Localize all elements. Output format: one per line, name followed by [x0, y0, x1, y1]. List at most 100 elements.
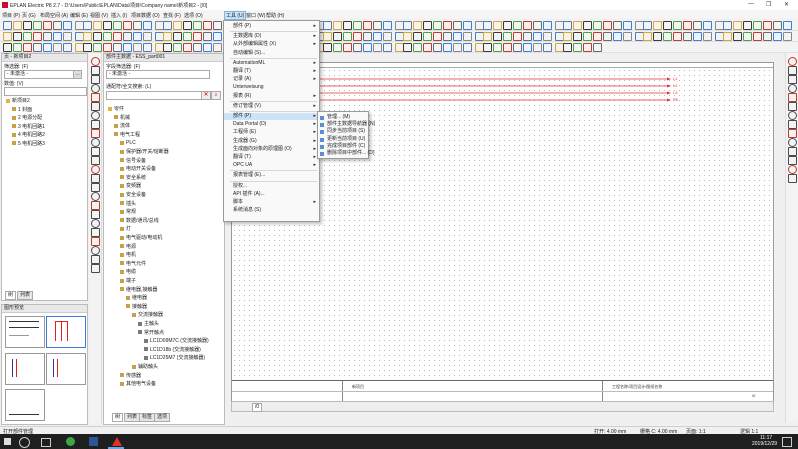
toolbar-button-icon[interactable]	[103, 32, 112, 41]
toolbar-button-icon[interactable]	[203, 43, 212, 52]
maximize-button[interactable]: ❐	[766, 1, 771, 8]
toolbar-button-icon[interactable]	[363, 32, 372, 41]
tab-parts-list[interactable]: 列表	[124, 413, 141, 422]
toolbar-button-icon[interactable]	[323, 32, 332, 41]
menu-options[interactable]: 选项 (O)	[184, 12, 203, 19]
toolbar-button-icon[interactable]	[193, 21, 202, 30]
toolbar-button-icon[interactable]	[323, 43, 332, 52]
toolbar-button-icon[interactable]	[613, 21, 622, 30]
toolbar-button-icon[interactable]	[183, 21, 192, 30]
toolbar-button-icon[interactable]	[163, 32, 172, 41]
tree-item[interactable]: 3 电机回路1	[12, 124, 45, 131]
toolbar-button-icon[interactable]	[723, 21, 732, 30]
toolbar-button-icon[interactable]	[783, 32, 792, 41]
toolbar-button-icon[interactable]	[463, 43, 472, 52]
toolbar-button-icon[interactable]	[453, 32, 462, 41]
toolbar-button-icon[interactable]	[113, 43, 122, 52]
tools-menu-item[interactable]: API 插件 (A)...	[224, 191, 319, 198]
toolbar-button-icon[interactable]	[53, 21, 62, 30]
toolbar-button-icon[interactable]	[343, 32, 352, 41]
toolbar-button-icon[interactable]	[693, 32, 702, 41]
tools-menu-item[interactable]: Unterweisung	[224, 84, 319, 91]
symbol-tool-icon[interactable]	[788, 120, 797, 129]
toolbar-button-icon[interactable]	[63, 21, 72, 30]
toolbar-button-icon[interactable]	[583, 21, 592, 30]
symbol-tool-icon[interactable]	[91, 120, 100, 129]
toolbar-button-icon[interactable]	[463, 32, 472, 41]
search-icon[interactable]: ⌕	[211, 91, 221, 100]
toolbar-button-icon[interactable]	[403, 43, 412, 52]
toolbar-button-icon[interactable]	[733, 32, 742, 41]
minimize-button[interactable]: —	[748, 1, 754, 7]
toolbar-button-icon[interactable]	[113, 32, 122, 41]
tools-menu-item[interactable]: 系统消息 (S)	[224, 207, 319, 214]
toolbar-button-icon[interactable]	[523, 32, 532, 41]
parts-submenu-item[interactable]: 同步当前项目 (S)	[318, 128, 368, 135]
toolbar-button-icon[interactable]	[173, 32, 182, 41]
toolbar-button-icon[interactable]	[573, 43, 582, 52]
toolbar-button-icon[interactable]	[413, 32, 422, 41]
toolbar-button-icon[interactable]	[363, 43, 372, 52]
tree-item[interactable]: PLC	[120, 140, 136, 147]
toolbar-button-icon[interactable]	[743, 32, 752, 41]
tools-menu-item[interactable]: 报表 (R) ▸	[224, 93, 319, 100]
parts-submenu-item[interactable]: 管理... (M)	[318, 114, 368, 121]
toolbar-button-icon[interactable]	[13, 21, 22, 30]
tools-menu-item[interactable]: 工程师 (E) ▸	[224, 129, 319, 136]
toolbar-button-icon[interactable]	[463, 21, 472, 30]
tree-item[interactable]: 保护器/开关/熔断器	[120, 149, 169, 156]
toolbar-button-icon[interactable]	[533, 21, 542, 30]
menu-page[interactable]: 页 (G)	[22, 12, 36, 19]
parts-submenu-item[interactable]: 删除项目中部件... (D)	[318, 150, 375, 157]
toolbar-button-icon[interactable]	[93, 43, 102, 52]
toolbar-button-icon[interactable]	[593, 21, 602, 30]
toolbar-button-icon[interactable]	[383, 32, 392, 41]
toolbar-button-icon[interactable]	[483, 32, 492, 41]
toolbar-button-icon[interactable]	[743, 21, 752, 30]
toolbar-button-icon[interactable]	[603, 32, 612, 41]
tree-item[interactable]: 2 电源分配	[12, 115, 42, 122]
toolbar-button-icon[interactable]	[83, 43, 92, 52]
symbol-tool-icon[interactable]	[91, 102, 100, 111]
toolbar-button-icon[interactable]	[413, 21, 422, 30]
toolbar-button-icon[interactable]	[563, 21, 572, 30]
toolbar-button-icon[interactable]	[433, 21, 442, 30]
toolbar-button-icon[interactable]	[53, 32, 62, 41]
toolbar-button-icon[interactable]	[503, 21, 512, 30]
toolbar-button-icon[interactable]	[693, 21, 702, 30]
tools-menu-item[interactable]: 生成面向对象的原理图 (O) ▸	[224, 146, 319, 153]
symbol-tool-icon[interactable]	[91, 174, 100, 183]
symbol-tool-icon[interactable]	[788, 57, 797, 66]
tree-item[interactable]: 安全系统	[120, 175, 146, 182]
toolbar-button-icon[interactable]	[3, 32, 12, 41]
tab-parts-tree[interactable]: 树	[112, 413, 124, 422]
toolbar-button-icon[interactable]	[173, 43, 182, 52]
value-input[interactable]	[4, 87, 87, 96]
toolbar-button-icon[interactable]	[183, 43, 192, 52]
toolbar-button-icon[interactable]	[33, 32, 42, 41]
tab-page-list[interactable]: 列表	[17, 291, 34, 300]
symbol-tool-icon[interactable]	[788, 174, 797, 183]
symbol-tool-icon[interactable]	[91, 129, 100, 138]
toolbar-button-icon[interactable]	[13, 32, 22, 41]
tree-item[interactable]: 变频器	[120, 183, 141, 190]
toolbar-button-icon[interactable]	[673, 32, 682, 41]
menu-find[interactable]: 查找 (F)	[163, 12, 181, 19]
tree-item[interactable]: 端子	[120, 278, 136, 285]
symbol-tool-icon[interactable]	[788, 75, 797, 84]
toolbar-button-icon[interactable]	[443, 21, 452, 30]
toolbar-button-icon[interactable]	[323, 21, 332, 30]
toolbar-button-icon[interactable]	[363, 21, 372, 30]
toolbar-button-icon[interactable]	[523, 21, 532, 30]
tree-item[interactable]: 主触头	[138, 321, 159, 328]
toolbar-button-icon[interactable]	[3, 21, 12, 30]
toolbar-button-icon[interactable]	[443, 43, 452, 52]
symbol-tool-icon[interactable]	[91, 219, 100, 228]
symbol-tool-icon[interactable]	[788, 129, 797, 138]
tools-menu-item[interactable]: AutomationML ▸	[224, 60, 319, 67]
tab-parts-tags[interactable]: 标签	[139, 413, 156, 422]
toolbar-button-icon[interactable]	[403, 21, 412, 30]
menu-project[interactable]: 项目 (P)	[2, 12, 20, 19]
toolbar-button-icon[interactable]	[543, 43, 552, 52]
tree-item[interactable]: 继电器,接触器	[120, 287, 157, 294]
